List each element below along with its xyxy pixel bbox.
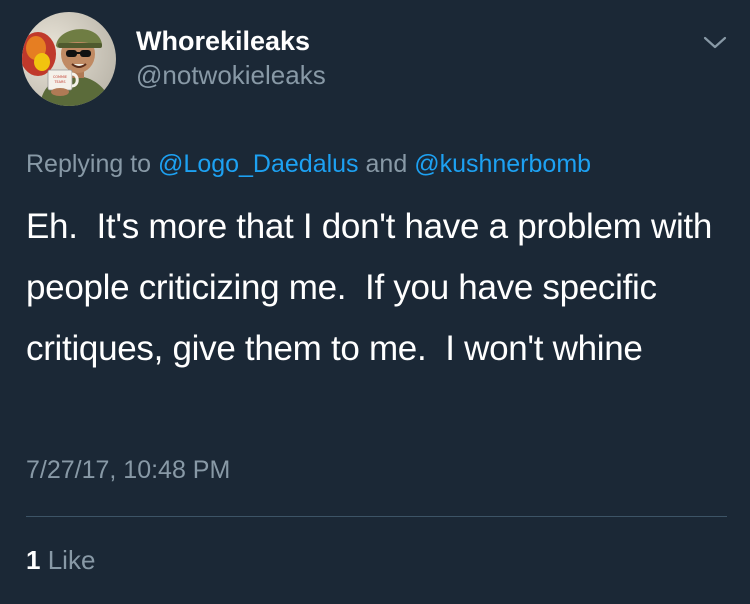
tweet-menu-button[interactable] bbox=[700, 30, 730, 54]
reply-conjunction: and bbox=[365, 150, 408, 178]
likes-count: 1 bbox=[26, 545, 41, 575]
likes-count-button[interactable]: 1 Like bbox=[26, 543, 95, 577]
svg-text:TEARS: TEARS bbox=[53, 80, 65, 84]
avatar-image: COMMIE TEARS bbox=[22, 12, 116, 106]
user-handle[interactable]: @notwokieleaks bbox=[136, 59, 326, 91]
tweet-detail: COMMIE TEARS Whorekileaks @notwokieleaks… bbox=[0, 0, 750, 604]
tweet-text: Eh. It's more that I don't have a proble… bbox=[26, 207, 722, 368]
mention-link-logo-daedalus[interactable]: @Logo_Daedalus bbox=[158, 150, 359, 178]
reply-context: Replying to @Logo_Daedalus and @kushnerb… bbox=[26, 147, 591, 181]
avatar[interactable]: COMMIE TEARS bbox=[22, 12, 116, 106]
display-name[interactable]: Whorekileaks bbox=[136, 25, 310, 57]
likes-label: Like bbox=[47, 545, 96, 575]
divider bbox=[26, 516, 727, 517]
tweet-timestamp[interactable]: 7/27/17, 10:48 PM bbox=[26, 453, 230, 487]
mention-link-kushnerbomb[interactable]: @kushnerbomb bbox=[414, 150, 591, 178]
reply-prefix: Replying to bbox=[26, 150, 152, 178]
svg-text:COMMIE: COMMIE bbox=[53, 75, 67, 79]
chevron-down-icon bbox=[703, 36, 727, 49]
